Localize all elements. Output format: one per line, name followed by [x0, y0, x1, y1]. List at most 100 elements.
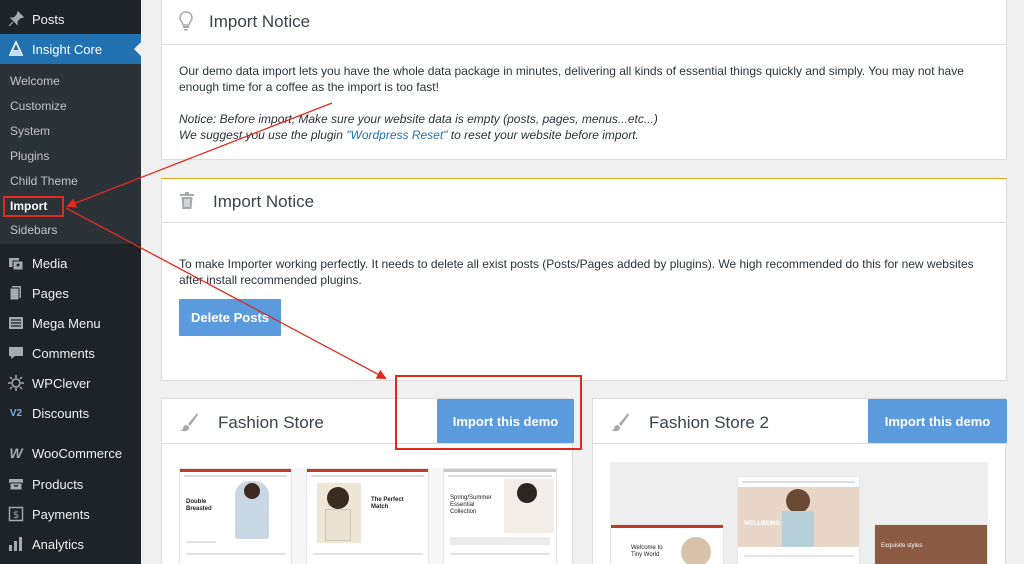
thumb-row [450, 537, 550, 545]
thumb-row [186, 553, 286, 555]
menu-item-wpclever[interactable]: WPClever [0, 368, 141, 398]
menu-item-woocommerce[interactable]: W WooCommerce [0, 438, 141, 468]
card-header: Import Notice [162, 179, 1006, 223]
thumb-headline: Spring/Summer Essential Collection [450, 495, 492, 515]
insight-core-submenu: Welcome Customize System Plugins Child T… [0, 64, 141, 244]
import-annotation-box [3, 196, 64, 217]
import-notice-card-1: Import Notice Our demo data import lets … [161, 0, 1007, 160]
demo-card-fashion-store-2: Fashion Store 2 Import this demo Welcome… [592, 398, 1007, 564]
menu-label: Payments [32, 506, 90, 522]
menu-label: WPClever [32, 375, 91, 391]
pushpin-icon [6, 9, 26, 29]
thumb-topbar [444, 469, 556, 472]
demo-preview: Welcome to Tiny World WELLBEING Exquisit… [610, 462, 988, 564]
demo-thumbnail[interactable]: Spring/Summer Essential Collection [443, 468, 557, 564]
products-icon [6, 474, 26, 494]
submenu-item-welcome[interactable]: Welcome [10, 72, 60, 90]
thumb-photo-head [244, 483, 260, 499]
menu-item-insight-core[interactable]: Insight Core [0, 34, 141, 64]
thumb-topbar [180, 469, 291, 472]
thumb-nav [311, 475, 424, 477]
menu-label: Discounts [32, 405, 90, 421]
demo-thumbnail[interactable]: Exquisite styles [874, 524, 988, 564]
card-title: Import Notice [213, 192, 315, 211]
thumb-row [313, 553, 423, 555]
thumb-row [744, 555, 854, 557]
submenu-item-plugins[interactable]: Plugins [10, 147, 49, 165]
menu-label: Insight Core [32, 41, 103, 57]
woocommerce-icon: W [9, 445, 23, 461]
thumb-photo-head [517, 483, 537, 503]
menu-label: Mega Menu [32, 315, 101, 331]
menu-label: Posts [32, 11, 65, 27]
card-header: Import Notice [162, 0, 1006, 45]
thumb-row [186, 541, 216, 543]
thumb-headline: Welcome to Tiny World [631, 545, 663, 558]
menu-item-discounts[interactable]: V2 Discounts [0, 398, 141, 428]
menu-item-media[interactable]: Media [0, 248, 141, 278]
thumb-photo-head [327, 487, 349, 509]
insight-core-icon [6, 39, 26, 59]
demo-preview: Double Breasted The Perfect Match Spring… [179, 468, 557, 564]
demo-thumbnail[interactable]: Double Breasted [179, 468, 292, 564]
card-title: Import Notice [209, 12, 311, 31]
analytics-icon [6, 534, 26, 554]
notice-warning-line: Notice: Before import, Make sure your we… [179, 112, 658, 126]
thumb-photo-head [786, 489, 810, 513]
thumb-headline: WELLBEING [744, 521, 780, 527]
thumb-photo-body [782, 511, 814, 547]
thumb-topbar [611, 525, 723, 528]
suggestion-prefix: We suggest you use the plugin [179, 128, 347, 142]
admin-sidebar: Posts Insight Core Welcome Customize Sys… [0, 0, 141, 564]
thumb-headline: Double Breasted [186, 499, 212, 512]
menu-label: WooCommerce [32, 445, 123, 461]
demo-thumbnail[interactable]: The Perfect Match [306, 468, 429, 564]
thumb-nav [184, 475, 287, 477]
active-indicator [134, 42, 141, 56]
import-notice-card-2: Import Notice To make Importer working p… [161, 178, 1007, 381]
lightbulb-icon [178, 11, 194, 36]
menu-label: Media [32, 255, 68, 271]
menu-item-comments[interactable]: Comments [0, 338, 141, 368]
menu-item-mega-menu[interactable]: Mega Menu [0, 308, 141, 338]
notice-suggestion-line: We suggest you use the plugin "Wordpress… [179, 127, 979, 143]
menu-item-products[interactable]: Products [0, 469, 141, 499]
wordpress-reset-link[interactable]: "Wordpress Reset" [346, 128, 447, 142]
paintbrush-icon [179, 412, 199, 437]
thumb-photo-body [325, 509, 351, 541]
thumb-photo [681, 537, 711, 564]
menu-item-analytics[interactable]: Analytics [0, 529, 141, 559]
svg-text:$: $ [13, 510, 19, 521]
delete-posts-button[interactable]: Delete Posts [179, 299, 281, 336]
thumb-headline: Exquisite styles [881, 543, 923, 549]
thumb-row [450, 553, 550, 555]
demo-title: Fashion Store 2 [649, 413, 770, 432]
menu-label: Pages [32, 285, 69, 301]
menu-item-pages[interactable]: Pages [0, 278, 141, 308]
menu-label: Analytics [32, 536, 85, 552]
submenu-item-sidebars[interactable]: Sidebars [10, 221, 57, 239]
comments-icon [6, 343, 26, 363]
demo-thumbnail[interactable]: WELLBEING [737, 476, 860, 564]
pages-icon [6, 283, 26, 303]
notice-paragraph: Our demo data import lets you have the w… [179, 64, 964, 94]
divider [593, 443, 1005, 444]
suggestion-suffix: to reset your website before import. [447, 128, 639, 142]
menu-item-payments[interactable]: $ Payments [0, 499, 141, 529]
menu-item-posts[interactable]: Posts [0, 4, 141, 34]
submenu-item-child-theme[interactable]: Child Theme [10, 172, 78, 190]
demo-title: Fashion Store [218, 413, 324, 432]
trash-icon [179, 192, 195, 215]
thumb-nav [448, 475, 552, 477]
payments-icon: $ [6, 504, 26, 524]
demo-thumbnail[interactable]: Welcome to Tiny World [610, 524, 724, 564]
wpclever-icon [6, 373, 26, 393]
submenu-item-system[interactable]: System [10, 122, 50, 140]
thumb-topbar [307, 469, 428, 472]
thumb-headline: The Perfect Match [371, 497, 404, 510]
import-demo-button[interactable]: Import this demo [868, 399, 1007, 443]
menu-label: Products [32, 476, 84, 492]
submenu-item-customize[interactable]: Customize [10, 97, 67, 115]
media-icon [6, 253, 26, 273]
discounts-icon: V2 [9, 407, 23, 419]
